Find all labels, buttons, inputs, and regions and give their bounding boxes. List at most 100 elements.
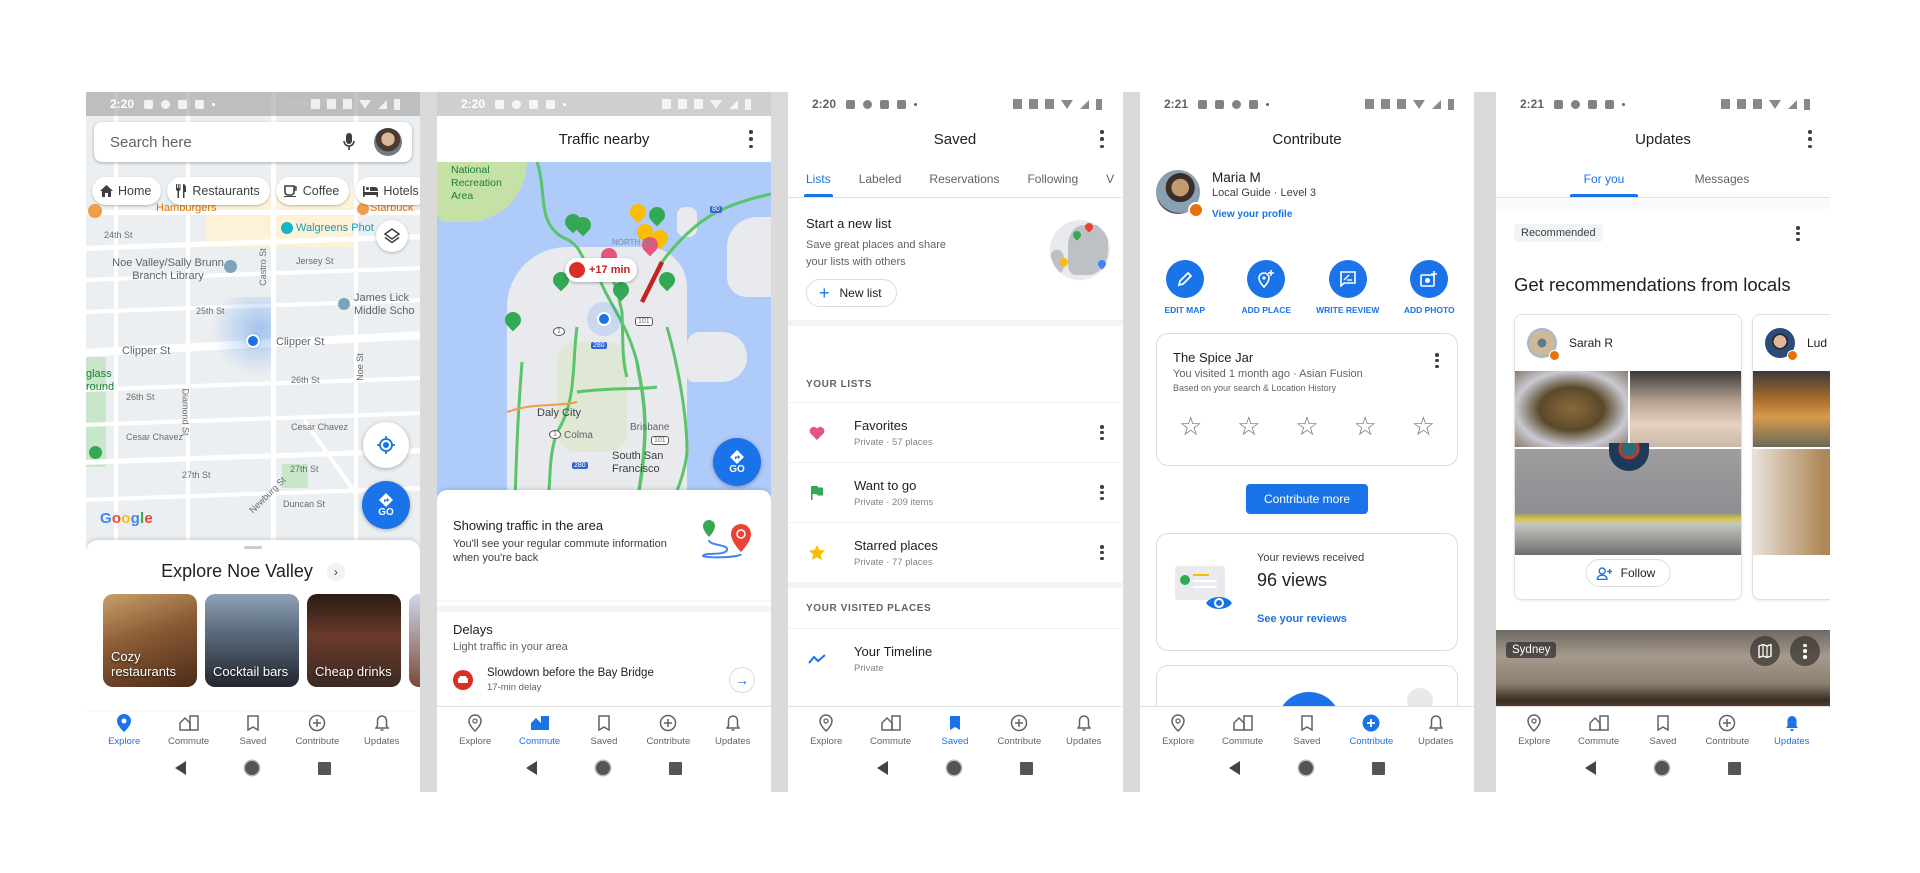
view-profile-link[interactable]: View your profile — [1212, 209, 1316, 220]
nav-commute[interactable]: Commute — [1212, 713, 1274, 747]
list-item-favorites[interactable]: Favorites Private · 57 places — [788, 402, 1122, 462]
tab-visited[interactable]: V — [1106, 162, 1114, 197]
more-options-icon[interactable] — [1100, 545, 1104, 560]
new-list-button[interactable]: + New list — [806, 279, 897, 307]
photo[interactable] — [1515, 371, 1628, 447]
chip-restaurants[interactable]: Restaurants — [167, 177, 270, 205]
nav-explore[interactable]: Explore — [795, 713, 857, 747]
add-place-button[interactable]: ADD PLACE — [1226, 260, 1306, 315]
tab-labeled[interactable]: Labeled — [859, 162, 902, 197]
park-pin-icon[interactable] — [89, 446, 102, 459]
edit-map-button[interactable]: EDIT MAP — [1145, 260, 1225, 315]
nav-saved[interactable]: Saved — [924, 713, 986, 747]
back-button[interactable] — [1229, 761, 1241, 775]
follow-button[interactable]: Follow — [1585, 559, 1671, 587]
back-button[interactable] — [526, 761, 538, 775]
recents-button[interactable] — [317, 761, 331, 775]
nav-commute[interactable]: Commute — [158, 713, 220, 747]
nav-contribute[interactable]: Contribute — [286, 713, 348, 747]
more-options-icon[interactable] — [1100, 130, 1104, 148]
layers-button[interactable] — [376, 220, 408, 252]
nav-commute[interactable]: Commute — [509, 713, 571, 747]
nav-commute[interactable]: Commute — [860, 713, 922, 747]
star-icon[interactable]: ☆ — [1295, 413, 1318, 439]
microphone-icon[interactable] — [338, 131, 360, 153]
more-options-icon[interactable] — [1808, 130, 1812, 148]
tab-messages[interactable]: Messages — [1688, 162, 1756, 197]
nav-updates[interactable]: Updates — [1761, 713, 1823, 747]
list-item-want-to-go[interactable]: Want to go Private · 209 items — [788, 462, 1122, 522]
more-options-icon[interactable] — [1790, 636, 1820, 666]
star-icon[interactable]: ☆ — [1412, 413, 1435, 439]
category-card[interactable]: Cheap drinks — [307, 594, 401, 687]
category-card[interactable]: Cozy restaurants — [103, 594, 197, 687]
recents-button[interactable] — [1019, 761, 1033, 775]
shopping-pin-icon[interactable] — [281, 222, 293, 234]
account-avatar[interactable] — [374, 128, 402, 156]
chip-hotels[interactable]: Hotels — [355, 177, 420, 205]
photo-grid[interactable] — [1753, 371, 1830, 555]
nav-updates[interactable]: Updates — [351, 713, 413, 747]
home-button[interactable] — [595, 761, 610, 775]
arrow-right-icon[interactable]: → — [729, 667, 755, 693]
profile-avatar[interactable] — [1156, 170, 1204, 218]
nav-contribute[interactable]: Contribute — [1696, 713, 1758, 747]
local-avatar[interactable] — [1765, 328, 1798, 361]
more-options-icon[interactable] — [1796, 226, 1800, 241]
nav-updates[interactable]: Updates — [1053, 713, 1115, 747]
recents-button[interactable] — [1727, 761, 1741, 775]
recents-button[interactable] — [1371, 761, 1385, 775]
delay-item[interactable]: Slowdown before the Bay Bridge 17-min de… — [453, 667, 755, 693]
map-icon[interactable] — [1750, 636, 1780, 666]
category-card[interactable]: Cocktail bars — [205, 594, 299, 687]
local-guide-card[interactable]: Sarah R Follow — [1514, 314, 1742, 600]
star-icon[interactable]: ☆ — [1179, 413, 1202, 439]
local-name[interactable]: Sarah R — [1569, 336, 1613, 350]
more-options-icon[interactable] — [1435, 353, 1439, 368]
photo-grid[interactable] — [1515, 371, 1741, 555]
list-item-timeline[interactable]: Your Timeline Private — [788, 628, 1122, 688]
chevron-right-icon[interactable]: › — [326, 562, 345, 581]
more-options-icon[interactable] — [1100, 425, 1104, 440]
see-reviews-link[interactable]: See your reviews — [1257, 613, 1364, 625]
place-name[interactable]: The Spice Jar — [1173, 350, 1441, 365]
list-item-starred[interactable]: Starred places Private · 77 places — [788, 522, 1122, 582]
nav-explore[interactable]: Explore — [1503, 713, 1565, 747]
my-location-button[interactable] — [363, 422, 409, 468]
more-options-icon[interactable] — [1100, 485, 1104, 500]
drag-handle[interactable] — [244, 546, 262, 549]
back-button[interactable] — [175, 761, 187, 775]
back-button[interactable] — [877, 761, 889, 775]
go-button[interactable]: GO — [362, 481, 410, 529]
school-pin-icon[interactable] — [338, 298, 350, 310]
nav-saved[interactable]: Saved — [222, 713, 284, 747]
tab-reservations[interactable]: Reservations — [929, 162, 999, 197]
nav-saved[interactable]: Saved — [1276, 713, 1338, 747]
go-button[interactable]: GO — [713, 438, 761, 486]
nav-saved[interactable]: Saved — [1632, 713, 1694, 747]
photo[interactable] — [1515, 443, 1741, 555]
star-icon[interactable]: ☆ — [1354, 413, 1377, 439]
delay-badge[interactable]: +17 min — [565, 258, 638, 282]
write-review-button[interactable]: WRITE REVIEW — [1308, 260, 1388, 315]
nav-updates[interactable]: Updates — [1405, 713, 1467, 747]
category-card[interactable] — [409, 594, 420, 687]
chip-coffee[interactable]: Coffee — [275, 177, 350, 205]
local-avatar[interactable] — [1527, 328, 1560, 361]
photo[interactable] — [1753, 449, 1830, 555]
restaurant-pin-icon[interactable] — [88, 204, 102, 218]
recents-button[interactable] — [668, 761, 682, 775]
add-photo-button[interactable]: ADD PHOTO — [1389, 260, 1469, 315]
photo[interactable] — [1630, 371, 1741, 447]
nav-contribute[interactable]: Contribute — [988, 713, 1050, 747]
tab-for-you[interactable]: For you — [1570, 162, 1638, 197]
search-input[interactable]: Search here — [110, 134, 338, 151]
photo[interactable] — [1753, 371, 1830, 447]
nav-commute[interactable]: Commute — [1568, 713, 1630, 747]
local-guide-card[interactable]: Lud — [1752, 314, 1830, 600]
back-button[interactable] — [1585, 761, 1597, 775]
library-pin-icon[interactable] — [224, 260, 237, 273]
nav-explore[interactable]: Explore — [1147, 713, 1209, 747]
nav-updates[interactable]: Updates — [702, 713, 764, 747]
more-options-icon[interactable] — [749, 130, 753, 148]
